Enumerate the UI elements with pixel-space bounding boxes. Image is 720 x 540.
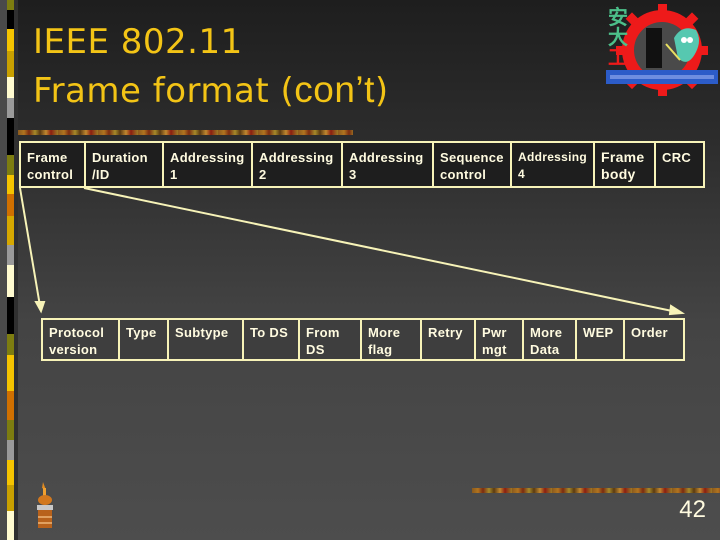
bit-order: Order <box>631 325 668 340</box>
field-addressing-1: Addressing 1 <box>164 143 253 186</box>
bit-from-ds: From DS <box>300 320 362 359</box>
field-frame-body: Frame body <box>595 143 656 186</box>
bit-pwr-mgt: Pwr mgt <box>476 320 524 359</box>
bit-more-flag: More flag <box>362 320 422 359</box>
bit-wep: WEP <box>577 320 625 359</box>
frame-control-table: Protocol version Type Subtype To DS From… <box>41 318 685 361</box>
left-band <box>0 0 7 540</box>
arrow-left-head <box>34 301 46 314</box>
title-line-2: Frame format (con’t) <box>33 66 389 115</box>
field-crc: CRC <box>662 150 692 165</box>
mac-frame-table: Frame control Duration /ID Addressing 1 … <box>19 141 705 188</box>
field-frame-control: Frame control <box>21 143 86 186</box>
field-sequence-control: Sequence control <box>434 143 512 186</box>
slide-title: IEEE 802.11 Frame format (con’t) <box>33 18 389 115</box>
title-line-1: IEEE 802.11 <box>33 22 243 62</box>
bit-subtype: Subtype <box>169 320 244 359</box>
decorative-rule-top <box>18 130 353 135</box>
title-main: Frame format ( <box>33 71 295 111</box>
bit-type: Type <box>120 320 169 359</box>
arrow-right-head <box>668 304 686 316</box>
field-duration-id: Duration /ID <box>86 143 164 186</box>
page-number: 42 <box>679 496 706 523</box>
title-cont: con’t <box>294 69 375 110</box>
title-close: ) <box>374 71 389 111</box>
bit-protocol-version: Protocol version <box>43 320 120 359</box>
field-addressing-3: Addressing 3 <box>343 143 434 186</box>
left-edge <box>14 0 18 540</box>
bit-to-ds: To DS <box>244 320 300 359</box>
field-addressing-4: Addressing 4 <box>512 143 595 186</box>
bit-retry: Retry <box>422 320 476 359</box>
left-color-strip <box>7 0 14 540</box>
svg-text:工: 工 <box>608 45 628 69</box>
slide: IEEE 802.11 Frame format (con’t) 安 大 工 F <box>0 0 720 540</box>
candle-icon <box>37 482 53 528</box>
university-gear-logo: 安 大 工 <box>606 4 718 96</box>
arrow-right-line <box>83 187 678 313</box>
decorative-rule-bottom <box>472 488 720 493</box>
field-addressing-2: Addressing 2 <box>253 143 343 186</box>
arrow-left-line <box>19 187 41 307</box>
bit-more-data: More Data <box>524 320 577 359</box>
